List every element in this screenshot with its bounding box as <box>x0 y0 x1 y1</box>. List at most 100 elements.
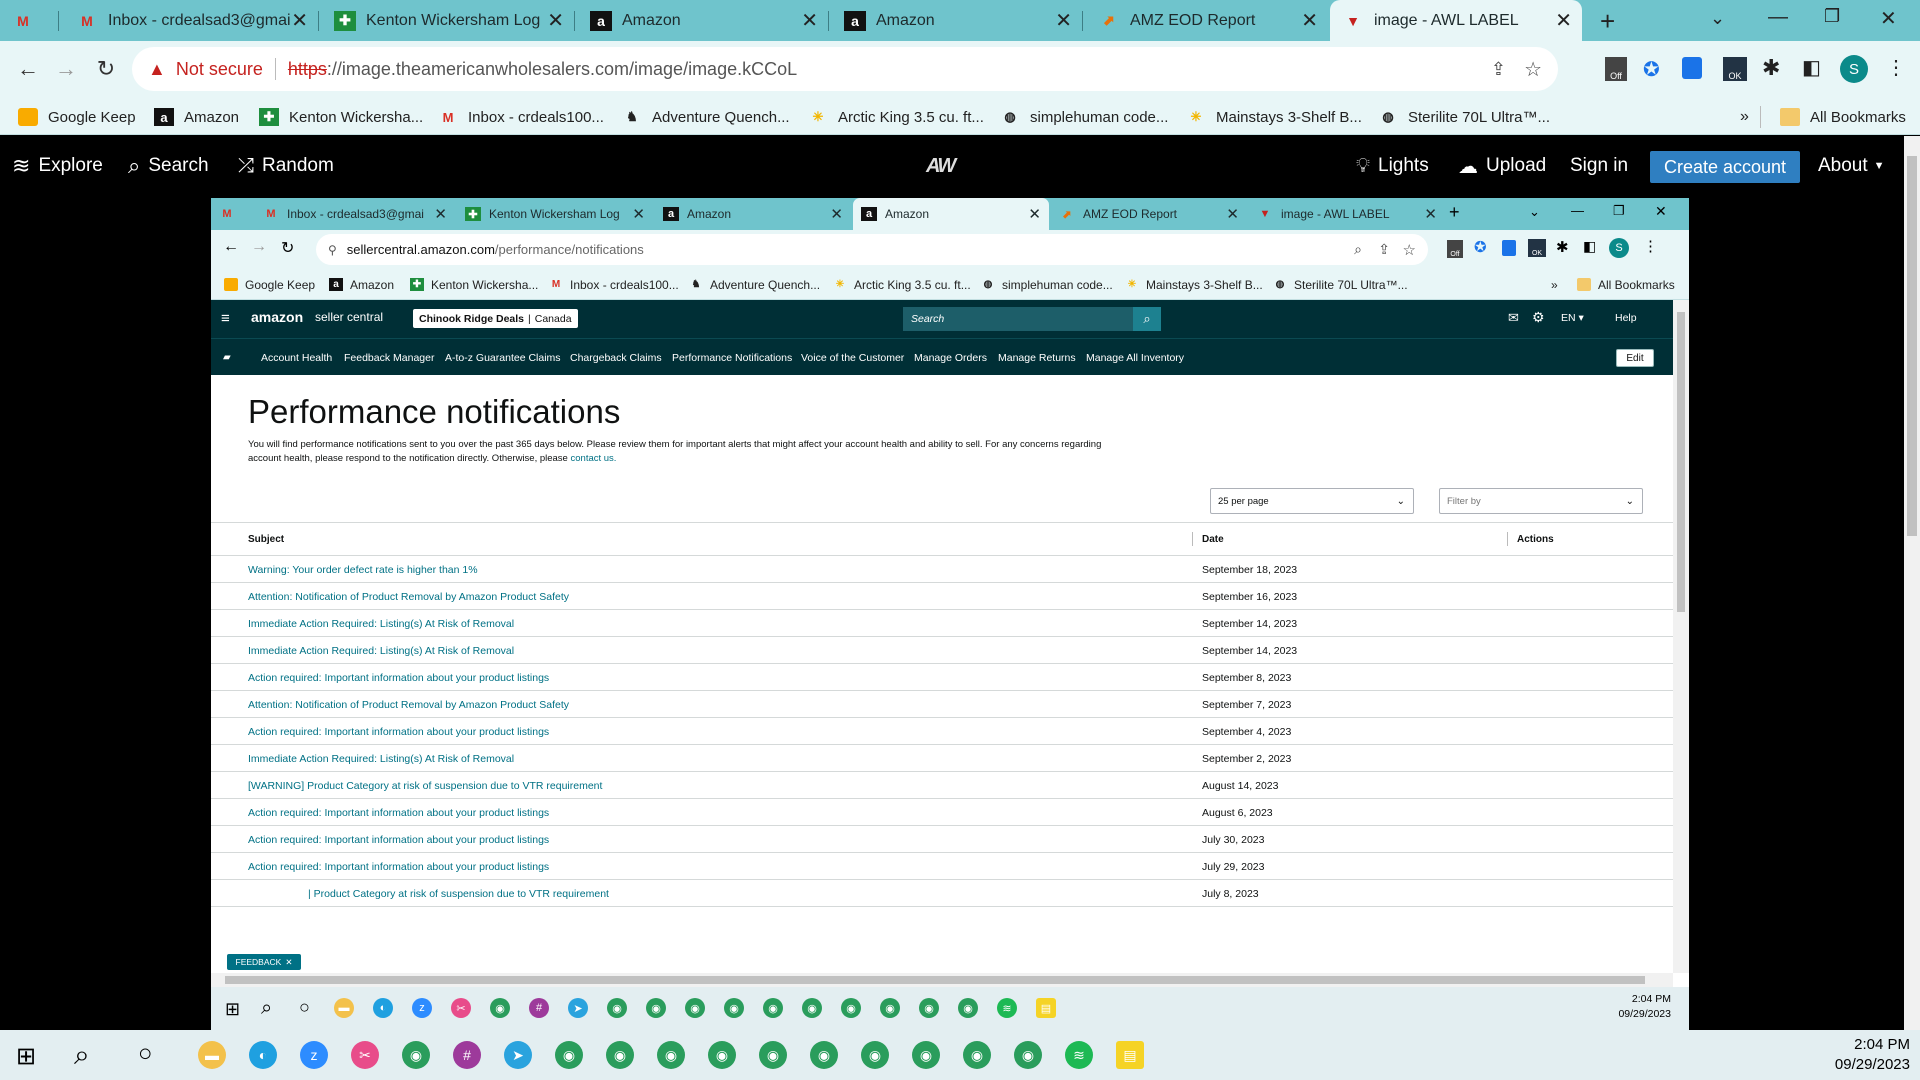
close-icon[interactable]: ✕ <box>830 205 843 223</box>
notification-subject-link[interactable]: Attention: Notification of Product Remov… <box>248 691 569 718</box>
address-bar[interactable]: ▲ Not secure https ://image.theamericanw… <box>132 47 1558 91</box>
minimize-button[interactable]: — <box>1571 203 1584 218</box>
restore-button[interactable]: ❐ <box>1824 6 1840 27</box>
bookmark-google-keep[interactable]: Google Keep <box>224 269 315 300</box>
outer-tab-log[interactable]: ✚ Kenton Wickersham Log ✕ <box>322 0 574 41</box>
slack-icon[interactable]: # <box>529 998 549 1018</box>
nav-voice-of-customer[interactable]: Voice of the Customer <box>801 339 904 376</box>
edit-nav-button[interactable]: Edit <box>1616 349 1654 367</box>
slack-icon[interactable]: # <box>453 1041 481 1069</box>
all-bookmarks[interactable]: All Bookmarks <box>1577 269 1675 300</box>
profile-avatar[interactable]: S <box>1609 238 1629 258</box>
notification-subject-link[interactable]: Immediate Action Required: Listing(s) At… <box>248 610 514 637</box>
extension-off-icon[interactable]: Off <box>1447 240 1463 258</box>
telegram-icon[interactable]: ➤ <box>504 1041 532 1069</box>
inner-tab-gmail[interactable]: M <box>211 198 253 230</box>
bookmark-kenton[interactable]: ✚ Kenton Wickersha... <box>259 99 423 135</box>
inner-tab-log[interactable]: ✚ Kenton Wickersham Log ✕ <box>457 198 653 230</box>
snipping-icon[interactable]: ✂ <box>351 1041 379 1069</box>
close-icon[interactable]: ✕ <box>1028 205 1041 223</box>
bookmark-mainstays[interactable]: ✳ Mainstays 3-Shelf B... <box>1186 99 1362 135</box>
notification-subject-link[interactable]: [WARNING] Product Category at risk of su… <box>248 772 602 799</box>
side-panel-icon[interactable]: ◧ <box>1802 55 1821 80</box>
inner-address-bar[interactable]: ⚲ sellercentral.amazon.com/performance/n… <box>316 234 1428 265</box>
search-icon[interactable]: ⌕ <box>74 1039 90 1072</box>
new-tab-button[interactable]: + <box>1600 6 1615 37</box>
chrome-icon[interactable]: ◉ <box>402 1041 430 1069</box>
outer-clock[interactable]: 2:04 PM 09/29/2023 <box>1790 1036 1910 1073</box>
windows-start-icon[interactable]: ⊞ <box>16 1042 36 1071</box>
extensions-puzzle-icon[interactable]: ✱ <box>1762 55 1780 81</box>
snipping-icon[interactable]: ✂ <box>451 998 471 1018</box>
notification-subject-link[interactable]: Action required: Important information a… <box>248 826 549 853</box>
amazon-logo[interactable]: amazon <box>251 309 303 325</box>
chrome-icon[interactable]: ◉ <box>490 998 510 1018</box>
inner-tab-amazon-1[interactable]: a Amazon ✕ <box>655 198 851 230</box>
chrome-icon[interactable]: ◉ <box>1014 1041 1042 1069</box>
extensions-puzzle-icon[interactable]: ✱ <box>1556 238 1569 256</box>
nav-feedback-manager[interactable]: Feedback Manager <box>344 339 434 376</box>
mail-icon[interactable]: ✉ <box>1508 310 1519 326</box>
random-link[interactable]: ⤮ Random <box>238 136 334 196</box>
upload-link[interactable]: ☁ Upload <box>1458 136 1546 196</box>
explore-link[interactable]: ≋ Explore <box>12 136 103 196</box>
chrome-icon[interactable]: ◉ <box>759 1041 787 1069</box>
chrome-icon[interactable]: ◉ <box>802 998 822 1018</box>
outer-tab-awl[interactable]: ▼ image - AWL LABEL ✕ <box>1330 0 1582 41</box>
share-icon[interactable]: ⇪ <box>1378 241 1390 258</box>
zoom-icon[interactable]: z <box>412 998 432 1018</box>
chrome-icon[interactable]: ◉ <box>724 998 744 1018</box>
search-icon[interactable]: ⌕ <box>1133 307 1161 331</box>
close-icon[interactable]: ✕ <box>434 205 447 223</box>
about-menu[interactable]: About ▼ <box>1818 136 1885 196</box>
security-label[interactable]: Not secure <box>176 59 263 80</box>
sign-in-link[interactable]: Sign in <box>1570 136 1628 196</box>
nav-chargeback-claims[interactable]: Chargeback Claims <box>570 339 662 376</box>
search-link[interactable]: ⌕ Search <box>128 136 209 196</box>
sticky-notes-icon[interactable]: ▤ <box>1036 998 1056 1018</box>
outer-tab-amazon-2[interactable]: a Amazon ✕ <box>832 0 1082 41</box>
spotify-icon[interactable]: ≋ <box>1065 1041 1093 1069</box>
help-link[interactable]: Help <box>1615 312 1637 324</box>
extension-ok-icon[interactable]: OK <box>1528 239 1546 257</box>
notification-subject-link[interactable]: Action required: Important information a… <box>248 853 549 880</box>
edge-icon[interactable]: ◐ <box>373 998 393 1018</box>
filter-select[interactable]: Filter by ⌄ <box>1439 488 1643 514</box>
close-icon[interactable]: ✕ <box>801 8 818 33</box>
bookmark-sterilite[interactable]: ◍ Sterilite 70L Ultra™... <box>1378 99 1550 135</box>
bookmarks-overflow[interactable]: » <box>1740 99 1749 135</box>
bookmark-mainstays[interactable]: ✳ Mainstays 3-Shelf B... <box>1125 269 1263 300</box>
file-explorer-icon[interactable]: ▬ <box>198 1041 226 1069</box>
chrome-icon[interactable]: ◉ <box>912 1041 940 1069</box>
share-icon[interactable]: ⇪ <box>1491 59 1506 80</box>
notification-subject-link[interactable]: Action required: Important information a… <box>248 718 549 745</box>
bookmark-icon[interactable]: ▰ <box>223 339 231 376</box>
close-icon[interactable]: ✕ <box>291 8 308 33</box>
chrome-icon[interactable]: ◉ <box>607 998 627 1018</box>
page-scrollbar[interactable] <box>1904 136 1920 1030</box>
outer-tab-gmail[interactable]: M <box>0 0 58 41</box>
chrome-icon[interactable]: ◉ <box>810 1041 838 1069</box>
lights-toggle[interactable]: 💡︎ Lights <box>1356 136 1429 196</box>
windows-start-icon[interactable]: ⊞ <box>225 999 240 1020</box>
notification-subject-link[interactable]: Action required: Important information a… <box>248 799 549 826</box>
notification-subject-link[interactable]: Immediate Action Required: Listing(s) At… <box>248 637 514 664</box>
close-window-button[interactable]: ✕ <box>1880 6 1897 31</box>
task-view-icon[interactable]: ○ <box>138 1040 153 1068</box>
nav-account-health[interactable]: Account Health <box>261 339 332 376</box>
notification-subject-link[interactable]: Action required: Important information a… <box>248 664 549 691</box>
bookmark-arctic[interactable]: ✳ Arctic King 3.5 cu. ft... <box>833 269 971 300</box>
site-logo[interactable]: AW <box>926 136 956 196</box>
column-date[interactable]: Date <box>1202 534 1224 545</box>
forward-button[interactable]: → <box>251 238 267 256</box>
extension-ok-icon[interactable]: OK <box>1723 57 1747 81</box>
forward-button[interactable]: → <box>48 51 84 87</box>
nav-a-to-z-claims[interactable]: A-to-z Guarantee Claims <box>445 339 561 376</box>
bookmark-adventure[interactable]: ♞ Adventure Quench... <box>689 269 821 300</box>
outer-tab-eod[interactable]: ⬈ AMZ EOD Report ✕ <box>1086 0 1328 41</box>
chrome-icon[interactable]: ◉ <box>555 1041 583 1069</box>
gear-icon[interactable]: ⚙ <box>1532 309 1545 326</box>
close-icon[interactable]: ✕ <box>1555 8 1572 33</box>
chrome-icon[interactable]: ◉ <box>958 998 978 1018</box>
zoom-icon[interactable]: z <box>300 1041 328 1069</box>
